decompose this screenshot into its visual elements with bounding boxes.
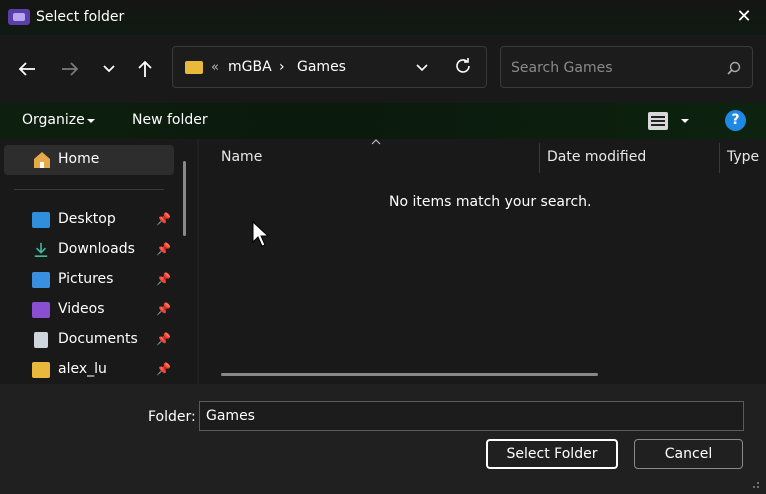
folder-label: Folder: <box>148 409 196 425</box>
pin-icon[interactable]: 📌 <box>156 272 171 286</box>
mouse-cursor-icon <box>252 221 270 247</box>
arrow-left-icon <box>18 62 35 76</box>
arrow-up-icon <box>138 60 152 77</box>
breadcrumb-games[interactable]: Games <box>297 59 346 75</box>
sort-ascending-icon <box>371 139 381 145</box>
folder-name-input[interactable] <box>199 401 744 431</box>
sidebar-item-label: Home <box>58 151 100 167</box>
sidebar-item-label: Pictures <box>58 271 114 287</box>
column-header-date-modified[interactable]: Date modified <box>547 149 646 165</box>
chevron-down-icon[interactable] <box>415 63 429 73</box>
pin-icon[interactable]: 📌 <box>156 362 171 376</box>
home-icon <box>34 152 50 168</box>
column-divider[interactable] <box>719 143 720 173</box>
sidebar-item-downloads[interactable]: Downloads 📌 <box>32 239 182 263</box>
pin-icon[interactable]: 📌 <box>156 242 171 256</box>
sidebar-item-alex-lu[interactable]: alex_lu 📌 <box>32 359 182 383</box>
breadcrumb-separator: › <box>279 59 285 75</box>
download-icon <box>34 242 48 258</box>
sidebar-item-home[interactable]: Home <box>4 145 174 175</box>
view-caret-down-icon[interactable] <box>680 118 690 124</box>
folder-icon <box>32 362 50 378</box>
caret-down-icon[interactable] <box>86 118 96 124</box>
sidebar-item-desktop[interactable]: Desktop 📌 <box>32 209 182 233</box>
title-bar: Select folder ✕ <box>0 0 766 35</box>
cancel-button[interactable]: Cancel <box>634 439 743 469</box>
dialog-footer: Folder: Select Folder Cancel <box>0 384 766 494</box>
column-divider[interactable] <box>539 143 540 173</box>
breadcrumb-overflow[interactable]: « <box>211 60 219 75</box>
up-button[interactable] <box>131 55 159 83</box>
breadcrumb-mgba[interactable]: mGBA <box>228 59 272 75</box>
forward-button[interactable] <box>56 55 84 83</box>
sidebar-item-documents[interactable]: Documents 📌 <box>32 329 182 353</box>
navigation-pane: Home Desktop 📌 Downloads 📌 Pictures 📌 Vi… <box>0 139 197 384</box>
sidebar-item-label: Desktop <box>58 211 116 227</box>
new-folder-button[interactable]: New folder <box>132 112 208 128</box>
search-input[interactable]: Search Games <box>511 60 613 76</box>
organize-menu[interactable]: Organize <box>22 112 85 128</box>
sidebar-divider <box>14 189 164 190</box>
refresh-button[interactable] <box>453 56 483 78</box>
column-header-name[interactable]: Name <box>221 149 262 165</box>
recent-locations-button[interactable] <box>95 55 123 83</box>
folder-icon <box>185 61 203 74</box>
window-title: Select folder <box>36 9 125 25</box>
pin-icon[interactable]: 📌 <box>156 302 171 316</box>
back-button[interactable] <box>13 55 41 83</box>
sidebar-item-videos[interactable]: Videos 📌 <box>32 299 182 323</box>
desktop-icon <box>32 212 50 228</box>
videos-icon <box>32 302 50 318</box>
sidebar-item-label: alex_lu <box>58 361 107 377</box>
resize-grip-icon[interactable] <box>748 481 760 491</box>
pin-icon[interactable]: 📌 <box>156 332 171 346</box>
sidebar-item-label: Documents <box>58 331 138 347</box>
select-folder-button[interactable]: Select Folder <box>486 439 618 469</box>
address-bar[interactable]: « mGBA › Games <box>172 46 487 88</box>
view-options-icon[interactable] <box>648 112 668 130</box>
chevron-down-icon <box>103 65 115 73</box>
arrow-right-icon <box>62 62 79 76</box>
file-list: Name Date modified Type No items match y… <box>199 139 766 384</box>
mgba-app-icon <box>8 9 30 25</box>
search-icon <box>727 61 741 75</box>
close-button[interactable]: ✕ <box>733 6 755 28</box>
sidebar-scrollbar[interactable] <box>183 161 186 236</box>
command-bar: Organize New folder <box>0 103 766 139</box>
pictures-icon <box>32 272 50 288</box>
horizontal-scrollbar[interactable] <box>221 373 598 376</box>
column-header-type[interactable]: Type <box>727 149 759 165</box>
documents-icon <box>34 332 48 348</box>
help-button[interactable]: ? <box>725 110 746 131</box>
pin-icon[interactable]: 📌 <box>156 212 171 226</box>
empty-message: No items match your search. <box>389 194 592 210</box>
sidebar-item-pictures[interactable]: Pictures 📌 <box>32 269 182 293</box>
refresh-icon <box>456 58 470 73</box>
sidebar-item-label: Videos <box>58 301 105 317</box>
search-box[interactable]: Search Games <box>500 46 753 88</box>
sidebar-item-label: Downloads <box>58 241 135 257</box>
